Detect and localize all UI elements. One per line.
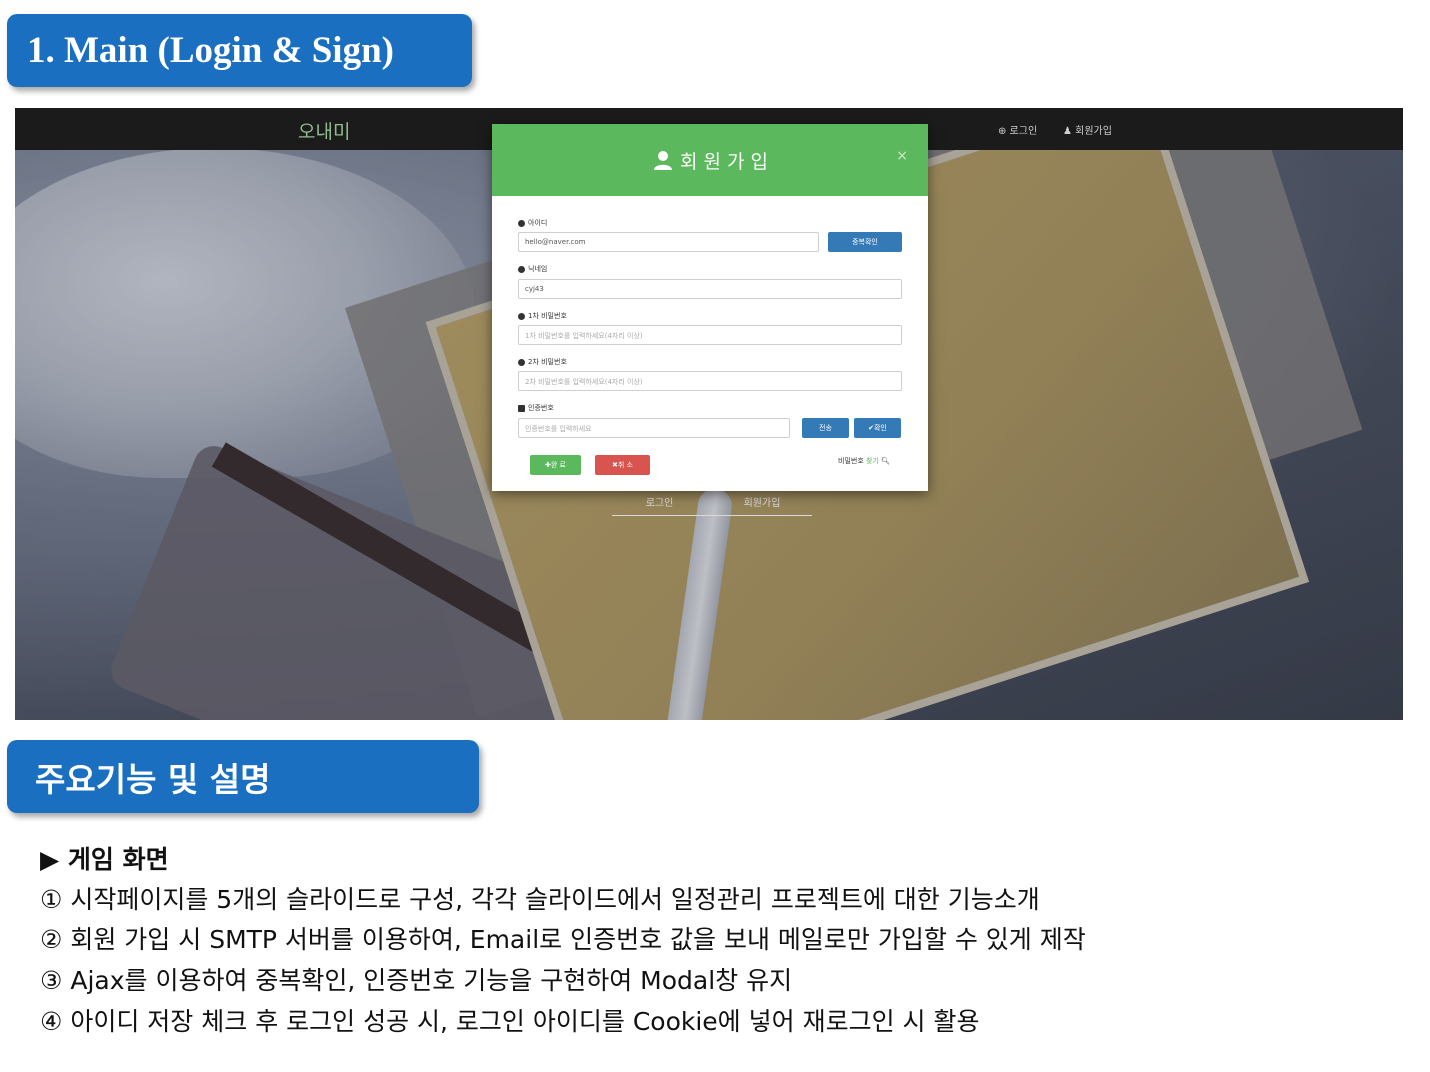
auth-code-input[interactable]: 인증번호를 입력하세요 [518,418,790,438]
password1-input[interactable]: 1차 비밀번호를 입력하세요(4자리 이상) [518,325,902,345]
section-title-features: 주요기능 및 설명 [7,740,479,813]
password1-label-text: 1차 비밀번호 [528,312,567,320]
envelope-icon [518,404,525,412]
description-item: ① 시작페이지를 5개의 슬라이드로 구성, 각각 슬라이드에서 일정관리 프로… [40,885,1040,914]
id-label-text: 아이디 [528,219,548,227]
confirm-code-label: ✔확인 [868,424,887,432]
close-icon[interactable]: × [896,148,908,164]
cancel-button[interactable]: ✖취 소 [595,455,650,475]
submit-label: ✚완 료 [545,461,566,469]
description-item: ③ Ajax를 이용하여 중복확인, 인증번호 기능을 구현하여 Modal창 … [40,966,793,995]
password2-input[interactable]: 2차 비밀번호를 입력하세요(4자리 이상) [518,371,902,391]
modal-title: 회 원 가 입 [679,150,769,173]
find-password-link-text: 찾기 [866,457,879,465]
auth-code-label: 인증번호 [518,403,554,413]
modal-header: 회 원 가 입 × [492,124,928,196]
send-code-button[interactable]: 전송 [802,418,849,438]
hero-login-button[interactable]: 로그인 [612,494,707,509]
cancel-label: ✖취 소 [612,461,633,469]
password2-label-text: 2차 비밀번호 [528,358,567,366]
tint-icon [518,265,525,273]
section-title-main: 1. Main (Login & Sign) [7,14,472,87]
submit-button[interactable]: ✚완 료 [530,455,581,475]
duplicate-check-button[interactable]: 중복확인 [828,232,902,252]
send-code-label: 전송 [819,424,832,432]
nav-signup-link[interactable]: ♟ 회원가입 [1063,122,1112,137]
hero-signup-button[interactable]: 회원가입 [712,494,812,509]
nickname-input[interactable]: cyj43 [518,279,902,299]
app-screenshot: 오내미 ⊕ 로그인 ♟ 회원가입 로그인 회원가입 회 원 가 입 × 아이디 … [15,108,1403,720]
password1-label: 1차 비밀번호 [518,311,567,321]
description-item: ② 회원 가입 시 SMTP 서버를 이용하여, Email로 인증번호 값을 … [40,925,1086,954]
user-icon [653,151,672,170]
hero-buttons: 로그인 회원가입 [612,492,812,516]
description-item: ④ 아이디 저장 체크 후 로그인 성공 시, 로그인 아이디를 Cookie에… [40,1007,980,1036]
id-label: 아이디 [518,218,547,228]
user-icon [518,219,525,227]
id-input[interactable]: hello@naver.com [518,232,819,252]
eye-icon [518,358,525,366]
confirm-code-button[interactable]: ✔확인 [854,418,901,438]
description-heading: ▶ 게임 화면 [40,845,169,874]
section-title-text: 주요기능 및 설명 [35,759,271,799]
nav-login-link[interactable]: ⊕ 로그인 [998,122,1037,137]
auth-code-label-text: 인증번호 [528,404,554,412]
find-password-text: 비밀번호 [838,457,866,465]
brand-logo[interactable]: 오내미 [298,117,350,144]
eye-icon [518,312,525,320]
nickname-label: 닉네임 [518,264,547,274]
password2-label: 2차 비밀번호 [518,357,567,367]
search-icon: 🔍︎ [881,457,891,465]
duplicate-check-label: 중복확인 [852,238,878,246]
section-title-text: 1. Main (Login & Sign) [27,30,394,71]
find-password-link[interactable]: 비밀번호 찾기 🔍︎ [838,456,890,466]
nickname-label-text: 닉네임 [528,265,548,273]
signup-modal: 회 원 가 입 × 아이디 hello@naver.com 중복확인 닉네임 c… [492,124,928,491]
